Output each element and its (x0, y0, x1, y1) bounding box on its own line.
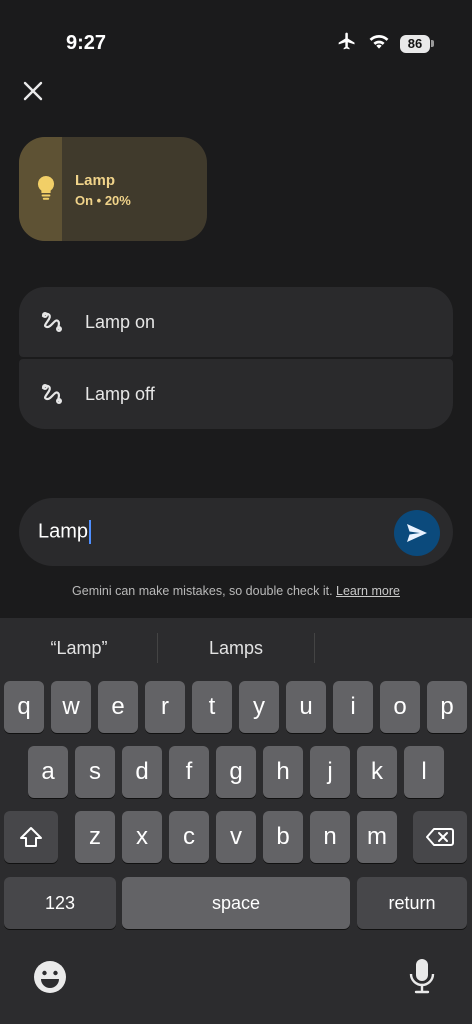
key-x[interactable]: x (122, 811, 162, 863)
microphone-icon[interactable] (408, 957, 436, 1000)
lamp-device-tile[interactable]: Lamp On • 20% (19, 137, 207, 241)
backspace-icon (426, 828, 454, 846)
status-bar: 9:27 86 (0, 0, 472, 80)
text-caret (89, 520, 92, 544)
routine-icon (37, 379, 67, 409)
airplane-icon (336, 31, 358, 56)
prompt-input-value[interactable]: Lamp (38, 520, 92, 544)
send-icon (407, 524, 427, 542)
key-c[interactable]: c (169, 811, 209, 863)
key-d[interactable]: d (122, 746, 162, 798)
wifi-icon (368, 32, 390, 55)
disclaimer-text: Gemini can make mistakes, so double chec… (72, 584, 333, 598)
device-status: On • 20% (75, 193, 131, 208)
key-n[interactable]: n (310, 811, 350, 863)
status-icons: 86 (336, 31, 434, 56)
key-s[interactable]: s (75, 746, 115, 798)
key-m[interactable]: m (357, 811, 397, 863)
battery-icon: 86 (400, 34, 434, 53)
suggestion-lamp-on[interactable]: Lamp on (19, 287, 453, 357)
suggestion-list: Lamp on Lamp off (19, 287, 453, 429)
key-w[interactable]: w (51, 681, 91, 733)
key-f[interactable]: f (169, 746, 209, 798)
shift-icon (20, 827, 42, 847)
battery-level: 86 (400, 34, 430, 53)
learn-more-link[interactable]: Learn more (336, 584, 400, 598)
key-p[interactable]: p (427, 681, 467, 733)
keyboard: “Lamp” Lamps q w e r t y u i o p a s d f… (0, 618, 472, 1024)
key-l[interactable]: l (404, 746, 444, 798)
key-g[interactable]: g (216, 746, 256, 798)
prediction-bar: “Lamp” Lamps (0, 618, 472, 680)
send-button[interactable] (394, 510, 440, 556)
prompt-input[interactable]: Lamp (19, 498, 453, 566)
routine-icon (37, 307, 67, 337)
key-a[interactable]: a (28, 746, 68, 798)
numbers-key[interactable]: 123 (4, 877, 116, 929)
backspace-key[interactable] (413, 811, 467, 863)
key-i[interactable]: i (333, 681, 373, 733)
suggestion-lamp-off[interactable]: Lamp off (19, 359, 453, 429)
status-time: 9:27 (66, 32, 107, 54)
space-key[interactable]: space (122, 877, 350, 929)
prediction-item[interactable]: Lamps (185, 638, 287, 659)
lightbulb-icon (35, 175, 57, 206)
shift-key[interactable] (4, 811, 58, 863)
key-k[interactable]: k (357, 746, 397, 798)
key-e[interactable]: e (98, 681, 138, 733)
disclaimer: Gemini can make mistakes, so double chec… (0, 584, 472, 598)
close-button[interactable] (18, 76, 48, 106)
key-r[interactable]: r (145, 681, 185, 733)
key-y[interactable]: y (239, 681, 279, 733)
emoji-icon[interactable] (32, 959, 68, 1000)
key-h[interactable]: h (263, 746, 303, 798)
device-name: Lamp (75, 172, 116, 189)
key-t[interactable]: t (192, 681, 232, 733)
key-o[interactable]: o (380, 681, 420, 733)
key-u[interactable]: u (286, 681, 326, 733)
suggestion-label: Lamp off (85, 383, 155, 404)
return-key[interactable]: return (357, 877, 467, 929)
suggestion-label: Lamp on (85, 311, 156, 332)
key-z[interactable]: z (75, 811, 115, 863)
key-q[interactable]: q (4, 681, 44, 733)
key-v[interactable]: v (216, 811, 256, 863)
key-b[interactable]: b (263, 811, 303, 863)
prediction-item[interactable]: “Lamp” (28, 638, 130, 659)
key-j[interactable]: j (310, 746, 350, 798)
close-icon (23, 81, 43, 101)
